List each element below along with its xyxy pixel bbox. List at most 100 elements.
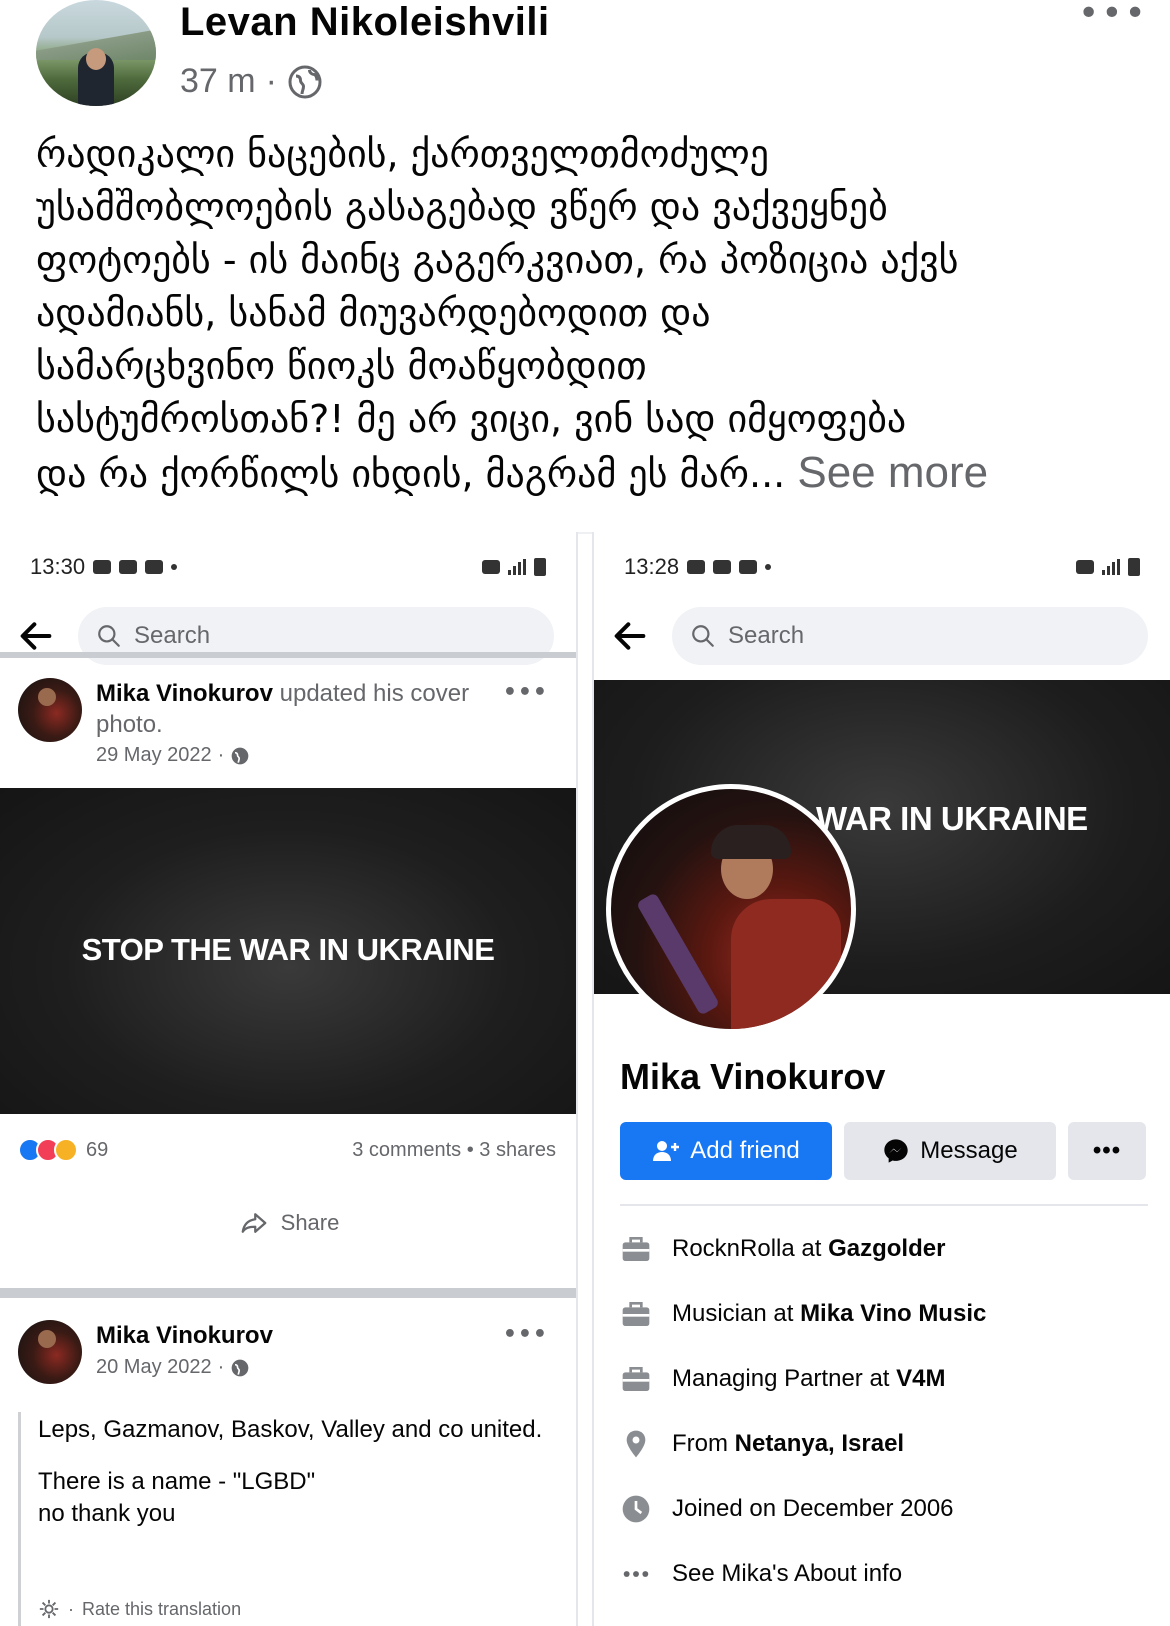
see-more-link[interactable]: See more (797, 448, 988, 497)
search-icon (98, 625, 120, 647)
post-body-text: რადიკალი ნაცების, ქართველთმოძულე უსამშობ… (36, 128, 1146, 501)
add-friend-button[interactable]: Add friend (620, 1122, 832, 1180)
see-about-info[interactable]: See Mika's About info (620, 1541, 1148, 1606)
more-dots-icon (623, 1570, 649, 1577)
poster-avatar[interactable] (18, 1320, 82, 1384)
care-reaction-icon (54, 1138, 78, 1162)
info-bold: Netanya, Israel (734, 1429, 905, 1457)
post-body: Leps, Gazmanov, Baskov, Valley and co un… (38, 1414, 556, 1530)
chat-icon (687, 560, 706, 574)
search-input[interactable] (134, 622, 454, 650)
cover-photo-text: STOP THE WAR IN UKRAINE (81, 932, 495, 967)
post-body-line: There is a name - "LGBD" (38, 1468, 316, 1495)
info-text: RocknRolla at (672, 1234, 829, 1262)
quote-bar (18, 1412, 21, 1626)
briefcase-icon (622, 1236, 650, 1261)
briefcase-icon (622, 1366, 650, 1391)
info-item-joined[interactable]: Joined on December 2006 (620, 1476, 1148, 1541)
right-screenshot: 13:28 WAR IN UKRAINE Mik (592, 532, 1170, 1626)
key-icon (482, 560, 500, 574)
whatsapp-icon (713, 560, 732, 574)
post-text-line: სამარცხვინო წიოკს მოაწყობდით (36, 344, 647, 388)
globe-icon (231, 747, 249, 764)
post-date[interactable]: 20 May 2022 · (96, 1356, 250, 1379)
post-options-button[interactable]: ••• (503, 1322, 548, 1347)
dot-icon (765, 564, 772, 570)
info-item-work[interactable]: Managing Partner at V4M (620, 1346, 1148, 1411)
info-item-work[interactable]: Musician at Mika Vino Music (620, 1281, 1148, 1346)
post-text-line: ფოტოებს - ის მაინც გაგერკვიათ, რა პოზიცი… (36, 238, 959, 282)
info-text: Musician at (672, 1299, 801, 1327)
poster-avatar[interactable] (18, 678, 82, 742)
message-label: Message (920, 1137, 1018, 1164)
post-body-line: no thank you (38, 1500, 176, 1527)
messenger-icon (884, 1139, 908, 1163)
key-icon (1076, 560, 1094, 574)
profile-picture[interactable] (606, 784, 856, 1034)
rate-translation[interactable]: · Rate this translation (38, 1598, 241, 1620)
cloud-icon (145, 560, 164, 574)
divider (620, 1204, 1148, 1206)
post-timestamp[interactable]: 37 m · (180, 62, 323, 101)
search-row (610, 606, 1148, 666)
post-time-text: 37 m (180, 62, 256, 100)
back-arrow-icon[interactable] (16, 616, 56, 656)
author-name[interactable]: Levan Nikoleishvili (180, 0, 550, 45)
post-text-line: რადიკალი ნაცების, ქართველთმოძულე (36, 132, 769, 176)
status-bar: 13:28 (624, 552, 1140, 582)
info-text: Managing Partner at (672, 1364, 897, 1392)
profile-actions: Add friend Message ••• (620, 1122, 1148, 1180)
info-text: See Mika's About info (672, 1559, 903, 1587)
status-bar: 13:30 (30, 552, 546, 582)
status-time: 13:28 (624, 554, 680, 579)
post-date-text: 29 May 2022 (96, 744, 212, 766)
poster-name[interactable]: Mika Vinokurov (96, 680, 273, 707)
briefcase-icon (622, 1301, 650, 1326)
gear-icon (39, 1599, 59, 1619)
post-text-line: სასტუმროსთან?! მე არ ვიცი, ვინ სად იმყოფ… (36, 397, 907, 441)
post-header: Levan Nikoleishvili 37 m · ••• (0, 0, 1170, 120)
signal-icon (508, 559, 526, 575)
dot-icon (171, 564, 178, 570)
back-arrow-icon[interactable] (610, 616, 650, 656)
search-icon (692, 625, 714, 647)
info-item-work[interactable]: RocknRolla at Gazgolder (620, 1216, 1148, 1281)
battery-icon (534, 558, 546, 576)
poster-name[interactable]: Mika Vinokurov (96, 1322, 273, 1349)
cover-photo-text: WAR IN UKRAINE (816, 800, 1088, 837)
section-separator (0, 652, 576, 658)
share-label: Share (280, 1210, 340, 1235)
info-text: Joined on December 2006 (672, 1494, 954, 1522)
post-date-text: 20 May 2022 (96, 1356, 212, 1378)
share-icon (241, 1213, 267, 1233)
add-friend-icon (653, 1141, 680, 1161)
chat-icon (119, 560, 138, 574)
globe-icon (288, 65, 322, 98)
profile-info-list: RocknRolla at Gazgolder Musician at Mika… (620, 1216, 1148, 1606)
cloud-icon (739, 560, 758, 574)
left-screenshot: 13:30 Mika Vinokurov update (0, 532, 578, 1626)
location-pin-icon (626, 1430, 646, 1457)
comments-shares-count[interactable]: 3 comments • 3 shares (352, 1139, 556, 1162)
post-author-line: Mika Vinokurov updated his cover photo. (96, 678, 496, 740)
info-item-hometown[interactable]: From Netanya, Israel (620, 1411, 1148, 1476)
add-friend-label: Add friend (690, 1137, 800, 1164)
info-bold: V4M (896, 1364, 946, 1392)
post-body-paragraph: Leps, Gazmanov, Baskov, Valley and co un… (38, 1416, 543, 1443)
message-button[interactable]: Message (844, 1122, 1056, 1180)
profile-more-button[interactable]: ••• (1068, 1122, 1146, 1180)
search-input[interactable] (728, 622, 1048, 650)
post-text-line: და რა ქორწილს იხდის, მაგრამ ეს მარ... (36, 452, 786, 496)
section-separator (0, 1288, 576, 1298)
post-text-line: უსამშობლოების გასაგებად ვწერ და ვაქვეყნე… (36, 185, 888, 229)
search-box[interactable] (672, 607, 1148, 665)
post-date[interactable]: 29 May 2022 · (96, 744, 250, 767)
post-text-line: ადამიანს, სანამ მიუვარდებოდით და (36, 291, 711, 335)
post-options-button[interactable]: ••• (1078, 0, 1148, 32)
post-options-button[interactable]: ••• (503, 680, 548, 705)
reaction-count: 69 (86, 1138, 109, 1161)
gallery-icon (93, 560, 112, 574)
reaction-summary[interactable]: 69 (18, 1138, 108, 1162)
author-avatar[interactable] (36, 0, 156, 106)
share-button[interactable]: Share (0, 1208, 576, 1238)
